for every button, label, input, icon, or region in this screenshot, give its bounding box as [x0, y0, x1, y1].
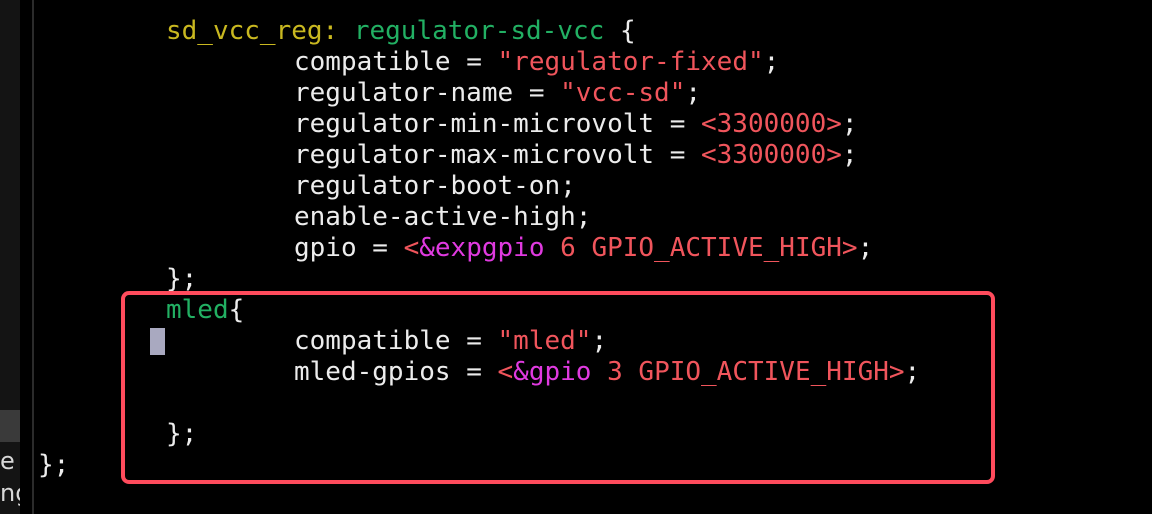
cell-value: <3300000>: [701, 140, 842, 170]
open-brace: {: [619, 16, 636, 46]
equals-sign: =: [466, 47, 482, 77]
editor-window: e ng sd_vcc_reg: regulator-sd-vcc { comp…: [0, 0, 1152, 514]
code-line: };: [38, 450, 69, 480]
code-line: regulator-max-microvolt = <3300000>;: [294, 140, 858, 170]
code-line: regulator-boot-on;: [294, 171, 576, 201]
property-name: gpio: [294, 233, 357, 263]
code-line: compatible = "regulator-fixed";: [294, 47, 779, 77]
code-line: gpio = <&expgpio 6 GPIO_ACTIVE_HIGH>;: [294, 233, 873, 263]
semicolon: ;: [763, 47, 780, 77]
gpio-args: 6 GPIO_ACTIVE_HIGH>: [560, 233, 858, 263]
equals-sign: =: [528, 78, 545, 108]
side-panel-selected-row[interactable]: [0, 410, 20, 442]
angle-open: <: [403, 233, 420, 263]
node-name: regulator-sd-vcc: [353, 16, 605, 46]
property-name: regulator-min-microvolt: [294, 109, 655, 139]
close-brace: };: [38, 450, 70, 480]
property-name: enable-active-high;: [294, 202, 592, 232]
semicolon: ;: [841, 140, 858, 170]
highlight-annotation-box: [121, 291, 995, 484]
equals-sign: =: [669, 109, 686, 139]
phandle-reference: &expgpio: [419, 233, 545, 263]
close-brace: };: [166, 264, 198, 294]
code-line: enable-active-high;: [294, 202, 591, 232]
semicolon: ;: [841, 109, 858, 139]
property-name: regulator-max-microvolt: [294, 140, 655, 170]
cell-value: <3300000>: [701, 109, 842, 139]
equals-sign: =: [669, 140, 686, 170]
property-name: compatible: [294, 47, 451, 77]
equals-sign: =: [372, 233, 388, 263]
side-panel: e ng: [0, 0, 20, 514]
side-panel-text-fragment: e: [0, 447, 15, 475]
property-name: regulator-boot-on;: [294, 171, 576, 201]
code-line: regulator-min-microvolt = <3300000>;: [294, 109, 858, 139]
string-value: "vcc-sd": [560, 78, 686, 108]
semicolon: ;: [685, 78, 702, 108]
code-line: };: [166, 264, 197, 294]
node-label: sd_vcc_reg:: [166, 16, 339, 46]
code-line: sd_vcc_reg: regulator-sd-vcc {: [166, 16, 636, 46]
property-name: regulator-name: [294, 78, 514, 108]
panel-divider[interactable]: [32, 0, 34, 514]
side-panel-text-fragment: ng: [0, 479, 20, 507]
string-value: "regulator-fixed": [497, 47, 764, 77]
semicolon: ;: [857, 233, 874, 263]
code-line: regulator-name = "vcc-sd";: [294, 78, 701, 108]
